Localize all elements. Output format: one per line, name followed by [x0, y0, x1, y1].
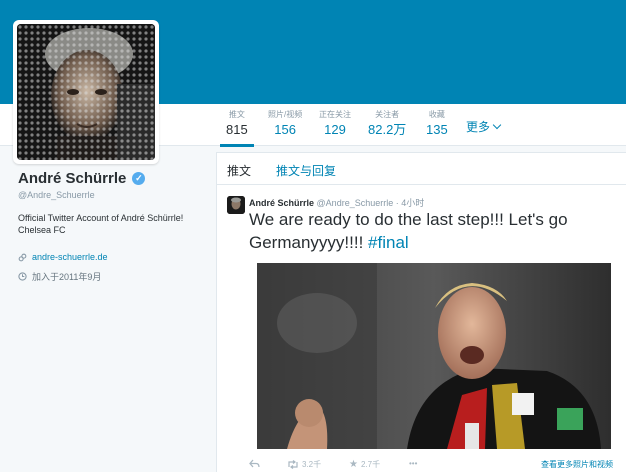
tweet-item[interactable]: André Schürrle @Andre_Schuerrle · 4小时 We… — [217, 186, 626, 472]
tweet-author-avatar[interactable] — [227, 196, 245, 214]
tweet-text: We are ready to do the last step!!! Let'… — [249, 208, 609, 254]
retweet-icon — [288, 460, 298, 469]
link-icon — [18, 253, 27, 261]
website-text: andre-schuerrle.de — [32, 252, 108, 262]
retweet-count: 3.2千 — [302, 460, 322, 469]
profile-website-link[interactable]: andre-schuerrle.de — [18, 252, 208, 262]
profile-name[interactable]: André Schürrle — [18, 170, 126, 187]
reply-icon — [249, 459, 260, 468]
stat-label: 推文 — [228, 110, 245, 119]
favorite-button[interactable]: ★ 2.7千 — [349, 459, 380, 470]
verified-badge-icon: ✓ — [132, 172, 146, 185]
profile-joined-date: 加入于2011年9月 — [18, 270, 208, 283]
nav-stat-followers[interactable]: 关注者 82.2万 — [368, 110, 406, 138]
view-more-photos-link[interactable]: 查看更多照片和视频 — [541, 459, 613, 470]
nav-stat-favorites[interactable]: 收藏 135 — [426, 110, 448, 138]
profile-bio: Official Twitter Account of André Schürr… — [18, 212, 208, 236]
tweet-author-handle[interactable]: @Andre_Schuerrle — [317, 198, 394, 208]
stat-value: 815 — [226, 122, 248, 137]
joined-text: 加入于2011年9月 — [32, 272, 102, 282]
stat-label: 关注者 — [375, 110, 400, 119]
ellipsis-icon: ••• — [409, 459, 418, 468]
reply-button[interactable] — [249, 459, 260, 468]
stat-value: 156 — [274, 122, 296, 137]
timeline-tabs: 推文 推文与回复 — [217, 153, 626, 185]
tweet-timestamp[interactable]: · 4小时 — [396, 198, 425, 208]
profile-card: André Schürrle ✓ @Andre_Schuerrle Offici… — [18, 170, 208, 283]
stat-value: 135 — [426, 122, 448, 137]
tweet-photo-image — [257, 263, 611, 449]
profile-avatar[interactable] — [13, 20, 159, 164]
tweet-hashtag[interactable]: #final — [368, 233, 409, 252]
profile-avatar-image — [17, 24, 155, 160]
nav-stat-following[interactable]: 正在关注 129 — [319, 110, 351, 138]
favorite-count: 2.7千 — [360, 460, 381, 469]
nav-more-button[interactable]: 更多 — [466, 118, 502, 135]
stat-value: 129 — [324, 122, 346, 137]
more-label: 更多 — [466, 120, 491, 134]
stat-label: 收藏 — [428, 110, 445, 119]
timeline: 推文 推文与回复 André Schürrle @Andre_Schuerrle… — [216, 152, 626, 472]
stat-value: 82.2万 — [368, 122, 407, 137]
profile-handle[interactable]: @Andre_Schuerrle — [18, 190, 208, 200]
tweet-author-name[interactable]: André Schürrle — [249, 198, 314, 208]
tweet-actions: 3.2千 ★ 2.7千 ••• 查看更多照片和视频 — [249, 459, 626, 472]
calendar-icon — [18, 272, 27, 281]
nav-stat-tweets[interactable]: 推文 815 — [220, 110, 254, 147]
chevron-down-icon — [492, 120, 502, 130]
tweet-photo[interactable] — [257, 263, 611, 449]
star-icon: ★ — [349, 459, 358, 470]
stat-label: 照片/视频 — [268, 110, 303, 119]
tab-tweets[interactable]: 推文 — [227, 162, 251, 179]
retweet-button[interactable]: 3.2千 — [287, 459, 321, 470]
bio-line: Chelsea FC — [18, 225, 66, 235]
stat-label: 正在关注 — [319, 110, 351, 119]
bio-line: Official Twitter Account of André Schürr… — [18, 213, 184, 223]
more-options-button[interactable]: ••• — [409, 459, 417, 468]
nav-stat-photos-videos[interactable]: 照片/视频 156 — [268, 110, 302, 138]
tab-tweets-and-replies[interactable]: 推文与回复 — [276, 162, 336, 179]
